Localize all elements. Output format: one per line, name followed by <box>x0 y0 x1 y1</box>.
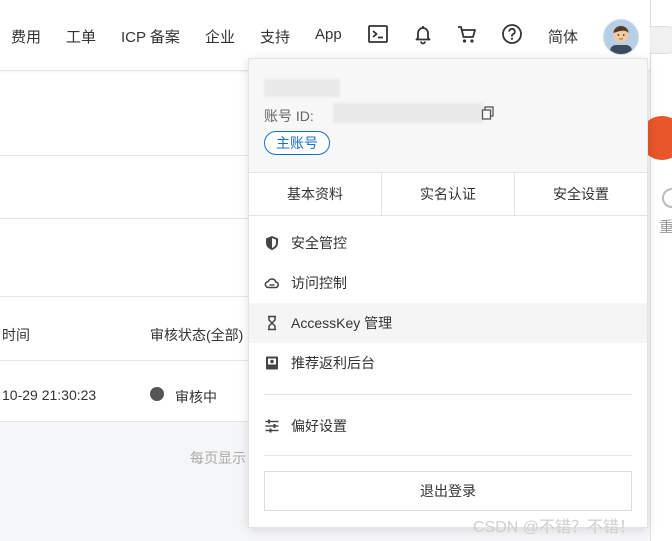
help-icon[interactable] <box>501 23 523 45</box>
nav-app[interactable]: App <box>315 26 342 43</box>
account-id-label: 账号 ID: <box>264 108 314 124</box>
column-header-time: 时间 <box>2 327 30 343</box>
watermark: CSDN @不错？不错！ <box>473 519 636 536</box>
right-panel <box>650 0 672 541</box>
menu-label: 安全管控 <box>291 235 347 251</box>
profile-tabs: 基本资料 实名认证 安全设置 <box>249 172 647 216</box>
menu-label: AccessKey 管理 <box>291 315 393 331</box>
column-header-status[interactable]: 审核状态(全部) <box>150 325 243 345</box>
cloud-icon <box>264 275 280 291</box>
row-time: 10-29 21:30:23 <box>2 387 97 403</box>
pager-label: 每页显示 <box>190 450 246 466</box>
logout-button[interactable]: 退出登录 <box>264 471 632 511</box>
sliders-icon <box>264 418 280 434</box>
nav-icp[interactable]: ICP 备案 <box>121 26 180 47</box>
copy-icon[interactable] <box>481 106 495 120</box>
terminal-icon[interactable] <box>367 23 389 45</box>
status-dot-icon <box>150 387 164 401</box>
key-icon <box>264 315 280 331</box>
nav-fees[interactable]: 费用 <box>11 26 41 47</box>
main-account-badge: 主账号 <box>264 131 330 155</box>
gift-icon <box>264 355 280 371</box>
account-summary: 账号 ID: 主账号 <box>249 59 647 172</box>
cart-icon[interactable] <box>456 23 478 45</box>
language-switch[interactable]: 简体 <box>548 26 578 47</box>
divider <box>0 360 250 361</box>
menu-item-security-control[interactable]: 安全管控 <box>249 223 647 263</box>
tab-security-settings[interactable]: 安全设置 <box>515 173 647 215</box>
divider <box>264 394 632 395</box>
nav-tickets[interactable]: 工单 <box>66 26 96 47</box>
redacted-account-id <box>333 103 483 123</box>
menu-label: 偏好设置 <box>291 418 347 434</box>
row-status: 审核中 <box>175 389 217 405</box>
account-dropdown: 账号 ID: 主账号 基本资料 实名认证 安全设置 安全管控 访问控制 Acce… <box>248 58 648 528</box>
divider <box>0 296 250 297</box>
tab-basic-info[interactable]: 基本资料 <box>249 173 382 215</box>
nav-support[interactable]: 支持 <box>260 26 290 47</box>
shield-icon <box>264 235 280 251</box>
filter-band <box>0 156 250 218</box>
redacted-username <box>264 79 340 97</box>
menu-item-preferences[interactable]: 偏好设置 <box>249 406 647 446</box>
header-band <box>0 71 250 155</box>
avatar[interactable] <box>603 19 639 55</box>
tab-real-name[interactable]: 实名认证 <box>382 173 515 215</box>
menu-label: 推荐返利后台 <box>291 355 375 371</box>
nav-enterprise[interactable]: 企业 <box>205 26 235 47</box>
menu-item-accesskey[interactable]: AccessKey 管理 <box>249 303 647 343</box>
cut-off-label: 重 <box>659 219 672 236</box>
divider <box>264 455 632 456</box>
bell-icon[interactable] <box>412 23 434 45</box>
menu-item-access-control[interactable]: 访问控制 <box>249 263 647 303</box>
menu-label: 访问控制 <box>291 275 347 291</box>
menu-item-referral-backend[interactable]: 推荐返利后台 <box>249 343 647 383</box>
divider <box>0 421 250 422</box>
